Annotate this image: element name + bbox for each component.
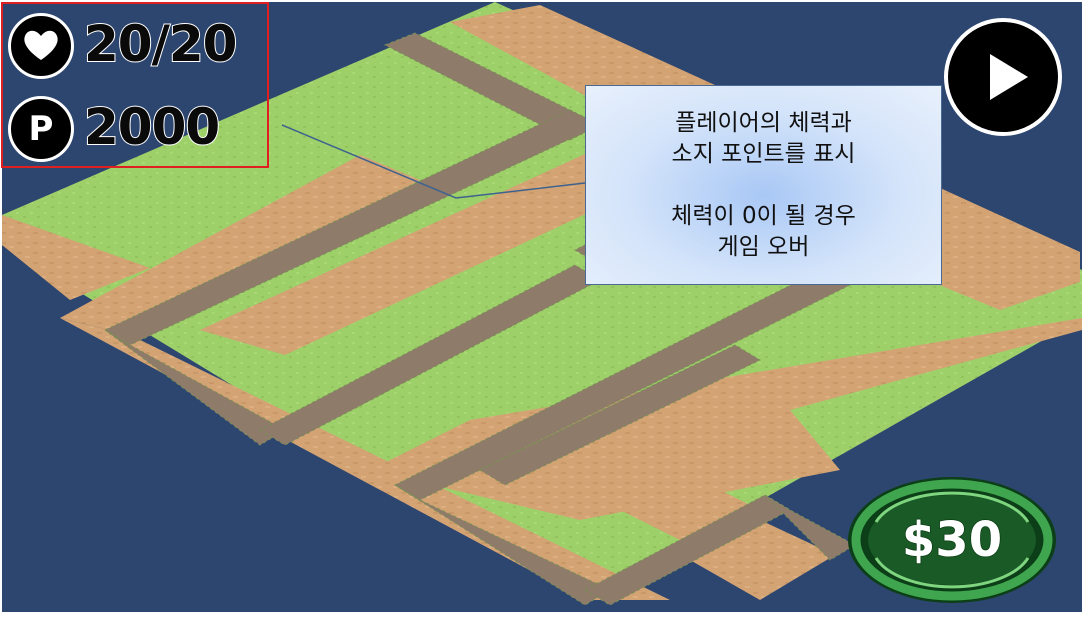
annotation-line-4: 게임 오버 [717, 233, 810, 260]
heart-icon [8, 13, 74, 79]
play-icon [990, 54, 1028, 100]
annotation-line-2: 소지 포인트를 표시 [671, 140, 856, 167]
health-value: 20/20 [83, 14, 238, 74]
buy-tower-button[interactable]: $30 [846, 474, 1058, 606]
points-icon-letter: P [28, 109, 54, 149]
play-button[interactable] [944, 18, 1062, 136]
annotation-line-3: 체력이 0이 될 경우 [671, 202, 856, 229]
points-icon: P [8, 96, 74, 162]
points-value: 2000 [83, 97, 221, 157]
annotation-callout: 플레이어의 체력과 소지 포인트를 표시 체력이 0이 될 경우 게임 오버 [585, 85, 942, 285]
game-screen: 20/20 P 2000 플레이어의 체력과 소지 포인트를 표시 체력이 0이… [0, 0, 1086, 617]
tower-price-label: $30 [901, 511, 1003, 569]
annotation-line-1: 플레이어의 체력과 [675, 109, 852, 136]
